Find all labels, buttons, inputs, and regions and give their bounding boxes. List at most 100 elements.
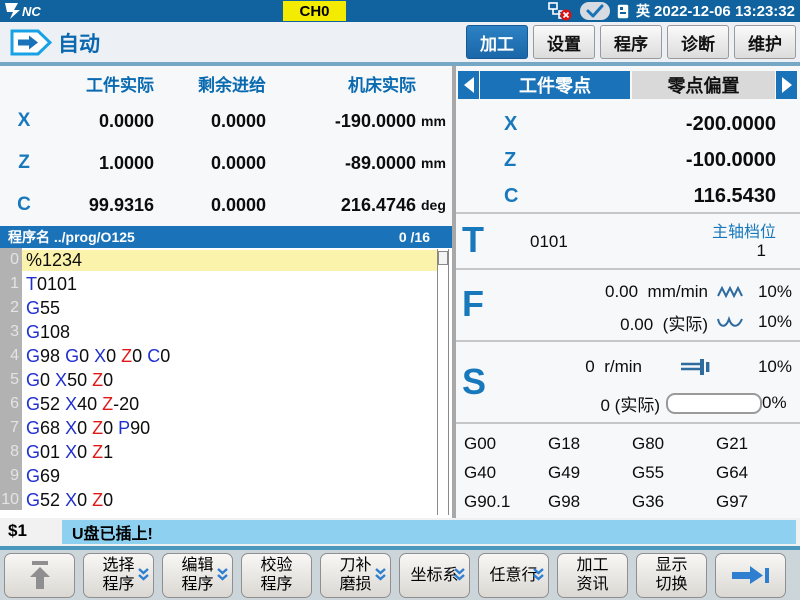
up-arrow-icon	[25, 559, 55, 591]
program-line-counter: 0 /16	[399, 229, 430, 245]
softkey-coordinate-system[interactable]: 坐标系	[399, 553, 470, 598]
spindle-speed: 0 r/min	[585, 357, 642, 377]
workpiece-actual-value: 1.0000	[48, 153, 154, 174]
softkey-display-switch[interactable]: 显示切换	[636, 553, 707, 598]
softkey-tool-comp-wear[interactable]: 刀补磨损	[320, 553, 391, 598]
back-button[interactable]	[4, 553, 75, 598]
channel-label: $1	[8, 521, 27, 541]
message-band: U盘已插上!	[62, 520, 796, 544]
rapid-override-icon	[716, 284, 744, 300]
program-line[interactable]: 10G52 X0 Z0	[0, 488, 452, 512]
softkey-machining-info[interactable]: 加工资讯	[557, 553, 628, 598]
spindle-gear-label: 主轴档位	[712, 218, 776, 242]
next-page-arrow-icon	[729, 564, 773, 586]
unit-label: mm	[416, 155, 452, 171]
modal-gcode: G00	[464, 434, 548, 454]
softkey-verify-program[interactable]: 校验程序	[241, 553, 312, 598]
program-scrollbar[interactable]	[437, 249, 449, 515]
svg-text:NC: NC	[22, 4, 41, 19]
line-code: G55	[22, 298, 60, 319]
offset-row-X: X-200.0000	[456, 106, 800, 142]
remaining-feed-value: 0.0000	[154, 195, 266, 216]
main-tab-1[interactable]: 设置	[533, 25, 595, 59]
softkey-label: 显示	[655, 556, 687, 575]
col-machine-actual: 机床实际	[266, 71, 416, 96]
softkey-label: 切换	[655, 575, 687, 594]
axis-label: Z	[0, 152, 48, 174]
softkey-any-line[interactable]: 任意行	[478, 553, 549, 598]
scrollbar-thumb[interactable]	[438, 251, 448, 265]
program-line[interactable]: 4G98 G0 X0 Z0 C0	[0, 344, 452, 368]
top-status-bar: NC CH0 英 2022-12-06 13:23:32	[0, 0, 800, 22]
program-listing[interactable]: 0%12341T01012G553G1084G98 G0 X0 Z0 C05G0…	[0, 248, 452, 518]
line-number: 4	[0, 347, 22, 365]
line-code: G98 G0 X0 Z0 C0	[22, 346, 170, 367]
softkey-label: 加工	[576, 556, 608, 575]
axis-label: X	[0, 110, 48, 132]
tab-workpiece-zero[interactable]: 工件零点	[480, 71, 630, 99]
next-menu-button[interactable]	[715, 553, 786, 598]
program-line[interactable]: 6G52 X40 Z-20	[0, 392, 452, 416]
unit-label: deg	[416, 197, 452, 213]
status-message: U盘已插上!	[72, 520, 153, 544]
channel-badge[interactable]: CH0	[283, 1, 346, 21]
modal-gcode: G90.1	[464, 492, 548, 512]
offset-tab-left-arrow[interactable]	[458, 71, 479, 99]
main-tab-4[interactable]: 维护	[734, 25, 796, 59]
double-chevron-down-icon	[374, 567, 387, 583]
modal-gcode: G97	[716, 492, 794, 512]
position-row-X: X0.00000.0000-190.0000mm	[0, 100, 452, 142]
modal-gcode: G21	[716, 434, 794, 454]
axis-label: Z	[504, 149, 516, 172]
program-line[interactable]: 7G68 X0 Z0 P90	[0, 416, 452, 440]
cnc-screen: NC CH0 英 2022-12-06 13:23:32	[0, 0, 800, 600]
line-number: 3	[0, 323, 22, 341]
spindle-letter: S	[462, 364, 486, 400]
softkey-select-program[interactable]: 选择程序	[83, 553, 154, 598]
spindle-override-icon	[680, 356, 714, 378]
col-workpiece-actual: 工件实际	[48, 71, 154, 96]
status-bar: $1 U盘已插上!	[0, 518, 800, 546]
line-code: G69	[22, 466, 60, 487]
spindle-actual: 0 (实际)	[600, 391, 660, 416]
softkey-label: 程序	[102, 575, 134, 594]
position-table-header: 工件实际 剩余进给 机床实际	[0, 66, 452, 100]
tool-letter: T	[462, 222, 484, 258]
program-line[interactable]: 9G69	[0, 464, 452, 488]
feed-actual: 0.00 (实际)	[620, 310, 708, 335]
program-line[interactable]: 8G01 X0 Z1	[0, 440, 452, 464]
modal-gcode: G98	[548, 492, 632, 512]
program-line[interactable]: 2G55	[0, 296, 452, 320]
line-code: %1234	[22, 250, 442, 271]
softkey-label: 坐标系	[410, 566, 458, 585]
program-line[interactable]: 1T0101	[0, 272, 452, 296]
line-number: 1	[0, 275, 22, 293]
tab-zero-offset[interactable]: 零点偏置	[632, 71, 775, 99]
main-tab-0[interactable]: 加工	[466, 25, 528, 59]
softkey-edit-program[interactable]: 编辑程序	[162, 553, 233, 598]
softkey-label: 资讯	[576, 575, 608, 594]
auto-mode-icon	[10, 29, 52, 56]
feed-programmed: 0.00 mm/min	[605, 282, 708, 302]
main-tab-3[interactable]: 诊断	[667, 25, 729, 59]
program-line[interactable]: 0%1234	[0, 248, 452, 272]
line-code: G52 X40 Z-20	[22, 394, 139, 415]
line-number: 9	[0, 467, 22, 485]
softkey-label: 刀补	[339, 556, 371, 575]
softkey-label: 程序	[260, 575, 292, 594]
program-header: 程序名 ../prog/O125 0 /16	[0, 226, 452, 248]
spindle-load-value: 0%	[762, 393, 792, 413]
mode-bar: 自动 加工设置程序诊断维护	[0, 22, 800, 62]
line-number: 6	[0, 395, 22, 413]
softkey-label: 任意行	[489, 566, 537, 585]
program-line[interactable]: 5G0 X50 Z0	[0, 368, 452, 392]
language-indicator[interactable]: 英	[636, 1, 650, 21]
input-method-icon	[617, 4, 629, 19]
main-tab-2[interactable]: 程序	[600, 25, 662, 59]
offset-tab-right-arrow[interactable]	[776, 71, 797, 99]
machine-actual-value: -89.0000	[266, 153, 416, 174]
program-line[interactable]: 3G108	[0, 320, 452, 344]
rapid-override-value: 10%	[752, 282, 792, 302]
position-row-C: C99.93160.0000216.4746deg	[0, 184, 452, 226]
offset-tabs: 工件零点 零点偏置	[458, 70, 798, 100]
